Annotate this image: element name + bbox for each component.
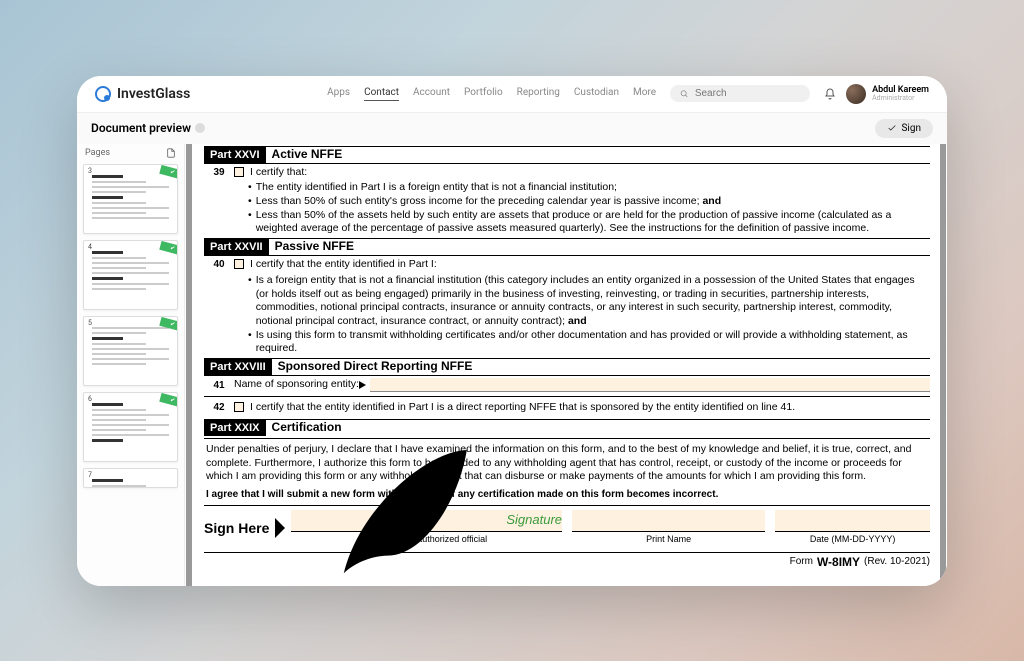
pages-sidebar: Pages ✔ ✔ ✔ ✔ (77, 144, 185, 586)
line-39-checkbox[interactable] (234, 167, 244, 177)
page-title: Document preview (91, 121, 191, 135)
line-41-input[interactable] (370, 378, 930, 392)
line-40-text: I certify that the entity identified in … (250, 258, 930, 272)
signature-caption: Signature of authorized official (366, 534, 487, 546)
sign-here-label: Sign Here (204, 519, 269, 537)
search-icon (680, 89, 689, 99)
app-window: InvestGlass Apps Contact Account Portfol… (77, 76, 947, 586)
line-41-num: 41 (204, 379, 234, 392)
print-name-caption: Print Name (646, 534, 691, 546)
nav-apps[interactable]: Apps (327, 87, 350, 101)
feather-icon (291, 415, 502, 586)
brand-logo-icon (95, 86, 111, 102)
part-28-header: Part XXVIII Sponsored Direct Reporting N… (204, 358, 930, 376)
form-id: W-8IMY (817, 555, 860, 571)
form-rev: (Rev. 10-2021) (864, 555, 930, 571)
arrow-icon (275, 518, 285, 538)
nav-more[interactable]: More (633, 87, 656, 101)
avatar (846, 84, 866, 104)
sign-here-row: Sign Here Signature Signature of authori… (204, 506, 930, 546)
part27-bullet-2: Is using this form to transmit withholdi… (256, 329, 930, 356)
signature-field[interactable]: Signature (291, 510, 562, 532)
line-40-num: 40 (204, 258, 234, 271)
check-edit-icon (887, 123, 897, 133)
line-39-num: 39 (204, 166, 234, 179)
date-caption: Date (MM-DD-YYYY) (810, 534, 896, 546)
line-39-text: I certify that: (250, 166, 930, 180)
line-42-checkbox[interactable] (234, 402, 244, 412)
top-bar: InvestGlass Apps Contact Account Portfol… (77, 76, 947, 112)
nav-portfolio[interactable]: Portfolio (464, 87, 503, 101)
part-27-header: Part XXVII Passive NFFE (204, 238, 930, 256)
line-40-checkbox[interactable] (234, 259, 244, 269)
search-box[interactable] (670, 85, 810, 102)
status-dot-icon (195, 123, 205, 133)
notifications-icon[interactable] (824, 88, 836, 100)
sub-header: Document preview Sign (77, 112, 947, 144)
nav-custodian[interactable]: Custodian (574, 87, 619, 101)
part26-bullet-2: Less than 50% of such entity's gross inc… (256, 195, 703, 207)
page-thumb-3[interactable]: ✔ (83, 164, 178, 234)
page-thumb-5[interactable]: ✔ (83, 316, 178, 386)
sign-button[interactable]: Sign (875, 119, 933, 138)
line-42-text: I certify that the entity identified in … (250, 401, 930, 415)
page-thumb-6[interactable]: ✔ (83, 392, 178, 462)
sign-button-label: Sign (901, 123, 921, 134)
user-role: Administrator (872, 95, 929, 102)
page-thumb-4[interactable]: ✔ (83, 240, 178, 310)
document-viewer[interactable]: Part XXVI Active NFFE 39 I certify that:… (185, 144, 947, 586)
part26-bullet-1: The entity identified in Part I is a for… (256, 181, 930, 195)
nav-account[interactable]: Account (413, 87, 450, 101)
part-26-header: Part XXVI Active NFFE (204, 146, 930, 164)
nav-reporting[interactable]: Reporting (517, 87, 560, 101)
top-icons: Abdul Kareem Administrator (824, 84, 929, 104)
workspace: Pages ✔ ✔ ✔ ✔ Part XXVI Active NFFE (77, 144, 947, 586)
date-field[interactable] (775, 510, 930, 532)
triangle-icon (359, 381, 366, 389)
user-menu[interactable]: Abdul Kareem Administrator (846, 84, 929, 104)
line-41-text: Name of sponsoring entity: (234, 378, 359, 392)
line-42-num: 42 (204, 401, 234, 414)
part26-bullet-3: Less than 50% of the assets held by such… (256, 209, 930, 236)
nav-contact[interactable]: Contact (364, 87, 399, 101)
top-nav: Apps Contact Account Portfolio Reporting… (327, 87, 656, 101)
search-input[interactable] (695, 88, 800, 99)
print-name-field[interactable] (572, 510, 765, 532)
sidebar-title: Pages (85, 148, 110, 158)
brand[interactable]: InvestGlass (95, 86, 190, 102)
page-thumb-7[interactable] (83, 468, 178, 488)
add-page-icon[interactable] (166, 148, 176, 158)
brand-name: InvestGlass (117, 86, 190, 102)
